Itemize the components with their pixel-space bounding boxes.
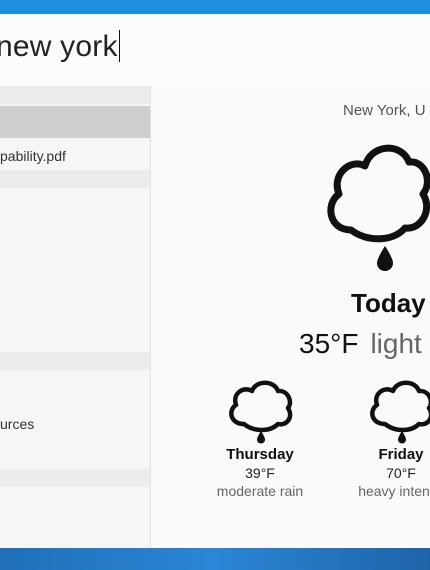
section-header xyxy=(0,86,150,104)
search-bar[interactable]: new york xyxy=(0,14,430,87)
selected-result[interactable] xyxy=(0,106,150,138)
results-list: pability.pdf urces xyxy=(0,86,151,548)
window-top-edge xyxy=(0,0,430,14)
forecast-condition: moderate rain xyxy=(216,483,304,499)
result-file-label: pability.pdf xyxy=(0,148,66,164)
desktop-background xyxy=(0,548,430,570)
weather-location: New York, U xyxy=(343,102,426,119)
forecast-day-name: Friday xyxy=(378,446,424,463)
rain-cloud-icon xyxy=(229,380,293,444)
rain-cloud-icon xyxy=(327,144,430,271)
forecast-temperature: 70°F xyxy=(386,465,416,481)
result-item-file[interactable]: pability.pdf xyxy=(0,142,150,166)
today-condition: light xyxy=(370,328,422,359)
forecast-condition: heavy intensit xyxy=(358,483,430,499)
result-item-resources[interactable]: urces xyxy=(0,414,150,438)
forecast-day: Friday 70°F heavy intensit xyxy=(336,378,430,499)
forecast-day-name: Thursday xyxy=(226,446,294,463)
forecast-day: Thursday 39°F moderate rain xyxy=(195,378,325,499)
today-temperature: 35°F xyxy=(299,328,359,359)
today-label: Today xyxy=(351,288,426,318)
result-resources-label: urces xyxy=(0,416,35,432)
search-query-text: new york xyxy=(0,30,118,63)
weather-preview-pane: New York, U Today 35°F light Thursday 39°… xyxy=(151,86,430,548)
spotlight-window: new york pability.pdf urces New York, U … xyxy=(0,14,430,548)
text-caret xyxy=(118,30,120,62)
forecast-temperature: 39°F xyxy=(245,465,275,481)
section-header xyxy=(0,170,150,188)
section-header xyxy=(0,352,150,370)
today-summary: 35°F light xyxy=(299,328,422,360)
rain-cloud-icon xyxy=(370,380,430,444)
section-header xyxy=(0,469,150,487)
search-input[interactable]: new york xyxy=(0,30,120,64)
